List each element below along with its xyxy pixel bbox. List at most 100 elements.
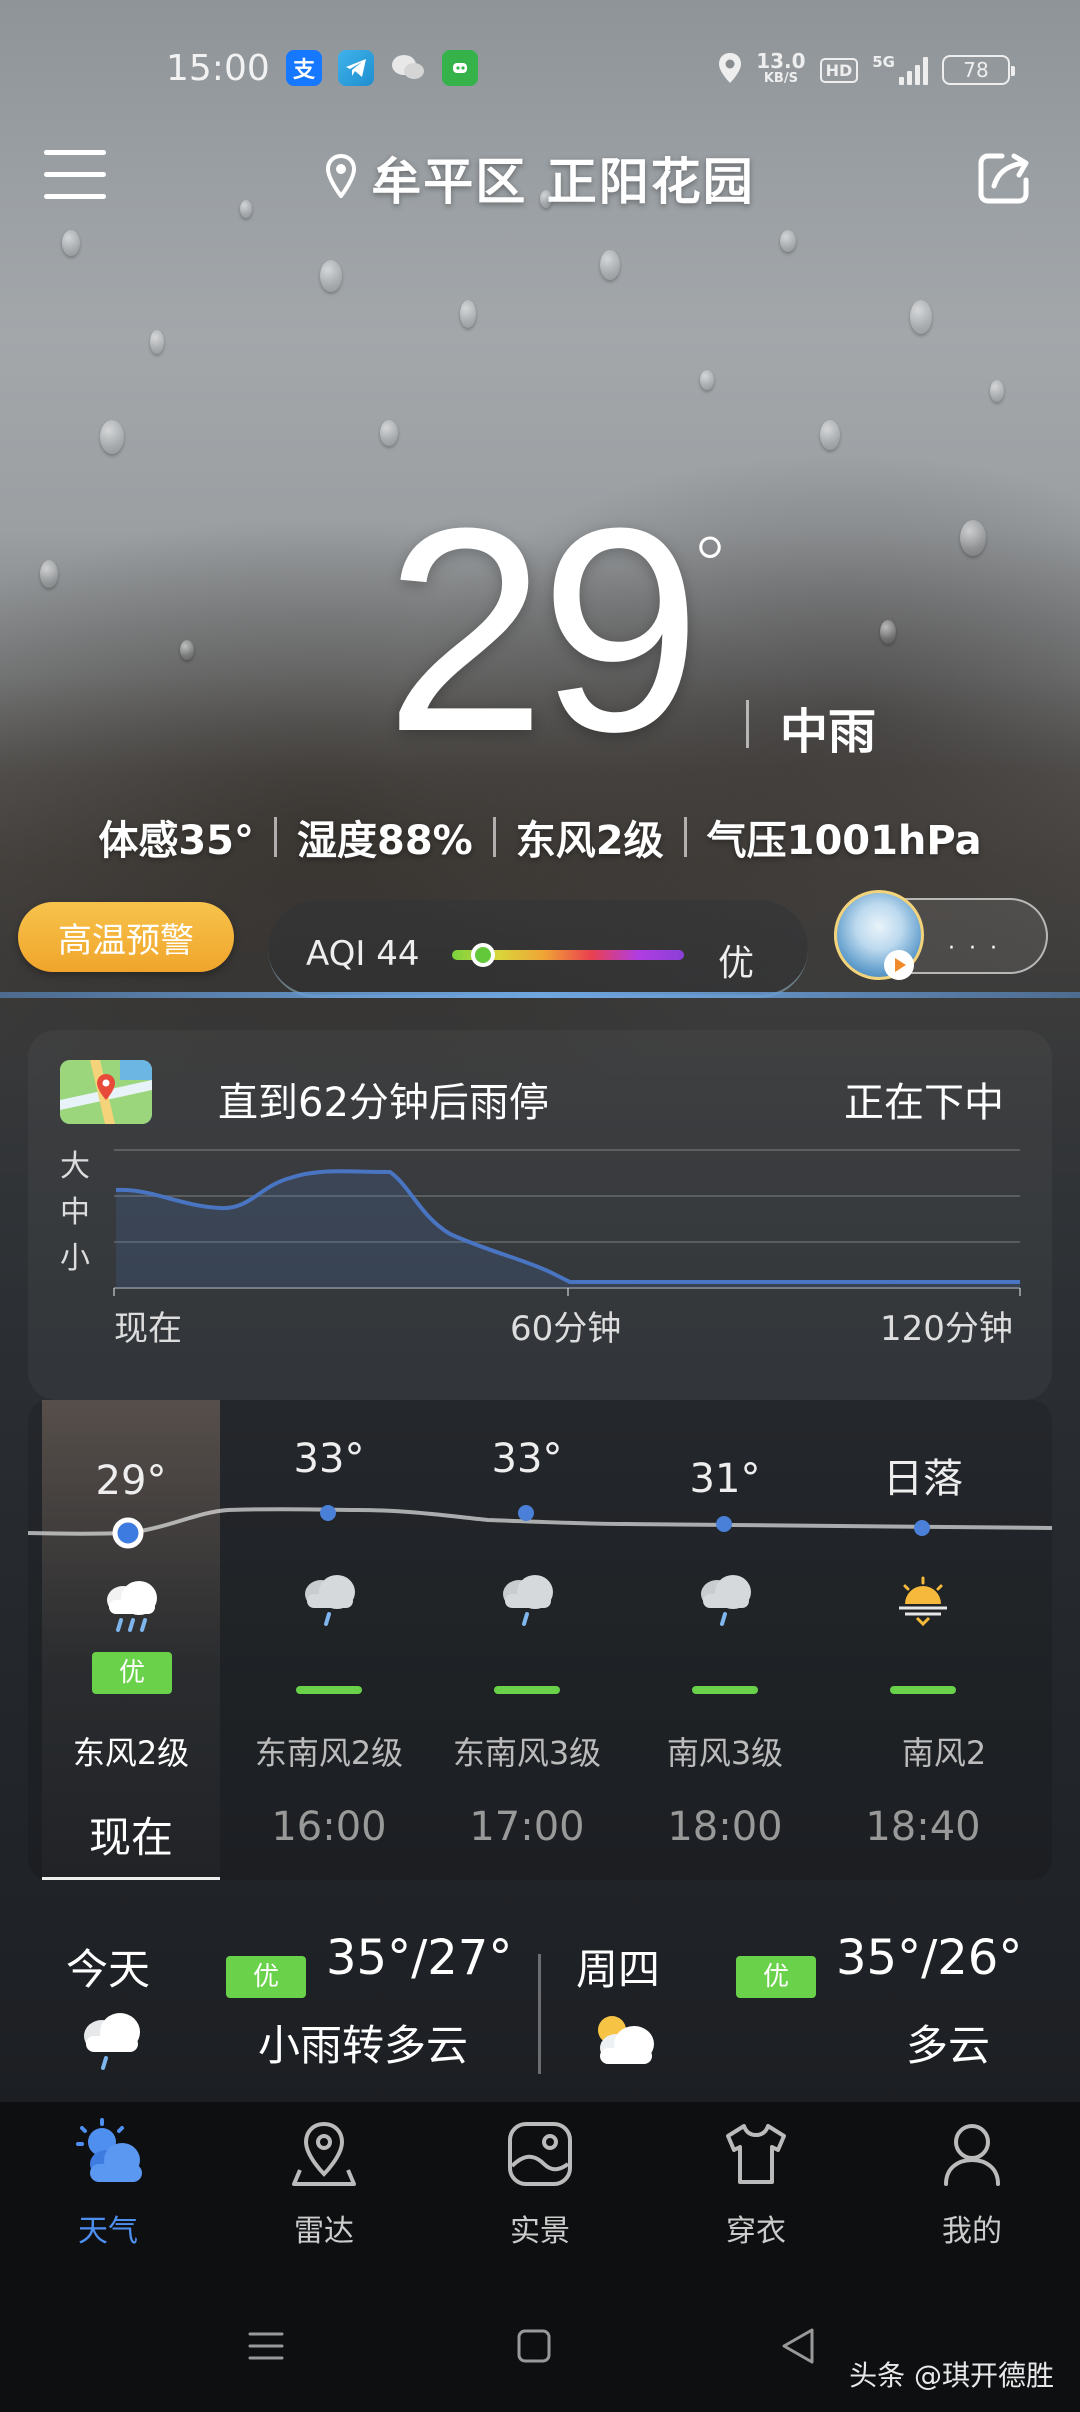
- hour-temp: 31°: [689, 1456, 761, 1502]
- share-icon: [974, 153, 1034, 212]
- profile-icon: [936, 2118, 1008, 2190]
- sunset-icon: [893, 1570, 953, 1627]
- heat-warning-button[interactable]: 高温预警: [18, 902, 234, 972]
- daily-divider: [538, 1954, 541, 2074]
- hour-aq-indicator: [296, 1686, 362, 1694]
- humidity: 湿度88%: [297, 818, 473, 864]
- accent-divider: [0, 992, 1080, 998]
- nav-clothing[interactable]: 穿衣: [648, 2118, 864, 2258]
- nav-label: 穿衣: [726, 2214, 786, 2249]
- live-scene-icon: [504, 2118, 576, 2190]
- home-icon[interactable]: [516, 2328, 552, 2368]
- hour-wind: 南风2: [901, 1734, 987, 1772]
- hour-aq-indicator: [494, 1686, 560, 1694]
- aqi-indicator-dot: [471, 943, 495, 967]
- y-label-medium: 中: [60, 1195, 90, 1230]
- location-name: 牟平区 正阳花园: [371, 153, 755, 211]
- hour-temp: 33°: [293, 1436, 365, 1482]
- hour-time: 17:00: [469, 1804, 585, 1850]
- hour-item-sunset[interactable]: 日落 南风2 18:40: [834, 1400, 1012, 1880]
- aqi-value: 44: [376, 934, 420, 974]
- hour-item-1700[interactable]: 33° 东南风3级 17:00: [438, 1400, 616, 1880]
- location-title[interactable]: 牟平区 正阳花园: [0, 142, 1080, 214]
- nav-label: 我的: [942, 2214, 1002, 2249]
- nav-profile[interactable]: 我的: [864, 2118, 1080, 2258]
- hour-time: 16:00: [271, 1804, 387, 1850]
- current-temperature: 29: [384, 468, 702, 792]
- temperature-degree: °: [690, 520, 730, 613]
- alipay-icon: 支: [286, 50, 322, 86]
- recent-apps-icon[interactable]: [246, 2326, 286, 2370]
- weather-icon: [72, 2118, 144, 2190]
- hour-item-now[interactable]: 29° 优 东风2级 现在: [42, 1400, 220, 1880]
- hd-badge: HD: [819, 57, 859, 83]
- signal-icon: 5G: [872, 55, 928, 85]
- nav-live-scene[interactable]: 实景: [432, 2118, 648, 2258]
- gamepad-icon: [442, 50, 478, 86]
- hour-time: 18:00: [667, 1804, 783, 1850]
- nav-label: 天气: [78, 2214, 138, 2249]
- hour-time: 现在: [88, 1813, 173, 1862]
- watermark: 头条 @琪开德胜: [849, 2359, 1054, 2392]
- feels-like: 体感35°: [98, 818, 255, 864]
- weather-details: 体感35° 湿度88% 东风2级 气压1001hPa: [0, 808, 1080, 866]
- day-name-today: 今天: [66, 1945, 151, 1994]
- wind: 东风2级: [515, 818, 664, 864]
- location-pin-icon: [325, 153, 357, 202]
- day-aq-badge: 优: [736, 1956, 816, 1998]
- hour-temp: 日落: [883, 1456, 963, 1502]
- telegram-icon: [338, 50, 374, 86]
- precipitation-chart: 大 中 小 现在 60分钟 120分钟: [60, 1149, 1021, 1346]
- day-temp-range: 35°/26°: [836, 1930, 1023, 1986]
- more-dots-icon: ···: [948, 936, 1011, 961]
- aqi-label: AQI 44: [306, 934, 420, 974]
- x-label-120: 120分钟: [880, 1309, 1013, 1346]
- clothing-icon: [720, 2118, 792, 2190]
- cloud-rain-icon: [497, 1570, 557, 1626]
- location-icon: [718, 52, 742, 88]
- nav-radar[interactable]: 雷达: [216, 2118, 432, 2258]
- partly-cloudy-icon: [584, 2006, 660, 2080]
- day-temp-range: 35°/27°: [326, 1930, 513, 1986]
- precipitation-status: 正在下中: [844, 1080, 1004, 1126]
- hour-aq-indicator: [890, 1686, 956, 1694]
- hour-time: 18:40: [865, 1804, 981, 1850]
- hour-aq-badge: 优: [92, 1652, 172, 1694]
- nav-weather[interactable]: 天气: [0, 2118, 216, 2258]
- weather-condition: 中雨: [780, 704, 877, 760]
- share-button[interactable]: [974, 148, 1034, 208]
- hour-item-1600[interactable]: 33° 东南风2级 16:00: [240, 1400, 418, 1880]
- status-time: 15:00: [166, 48, 270, 89]
- light-rain-cloud-icon: [76, 2006, 146, 2080]
- cloud-rain-icon: [695, 1570, 755, 1626]
- cloud-rain-icon: [299, 1570, 359, 1626]
- rain-cloud-icon: [101, 1576, 161, 1632]
- status-bar: 15:00 支 13.0 KB/S HD 5G 78: [0, 40, 1080, 100]
- back-icon[interactable]: [780, 2326, 816, 2370]
- condition-divider: [746, 700, 749, 748]
- x-label-now: 现在: [114, 1309, 182, 1346]
- x-label-60: 60分钟: [510, 1309, 621, 1346]
- y-label-light: 小: [60, 1241, 90, 1276]
- hour-temp: 33°: [491, 1436, 563, 1482]
- day-condition: 小雨转多云: [258, 2021, 469, 2070]
- hour-aq-indicator: [692, 1686, 758, 1694]
- precipitation-area: [116, 1171, 1020, 1288]
- day-name-thursday: 周四: [576, 1945, 661, 1994]
- rain-map-icon: [60, 1060, 152, 1124]
- hour-temp: 29°: [95, 1458, 167, 1504]
- hour-wind: 东风2级: [72, 1734, 190, 1772]
- pressure: 气压1001hPa: [706, 818, 982, 864]
- net-speed: 13.0 KB/S: [756, 49, 806, 86]
- hour-item-1800[interactable]: 31° 南风3级 18:00: [636, 1400, 814, 1880]
- radar-pin-icon: [288, 2118, 360, 2190]
- battery-indicator: 78: [942, 55, 1015, 85]
- hour-wind: 南风3级: [666, 1734, 784, 1772]
- day-aq-badge: 优: [226, 1956, 306, 1998]
- nav-label: 雷达: [294, 2214, 354, 2249]
- aqi-level: 优: [718, 943, 755, 984]
- wechat-icon: [390, 50, 426, 86]
- nav-label: 实景: [510, 2214, 570, 2249]
- aqi-bar: [452, 943, 684, 967]
- day-condition: 多云: [906, 2021, 991, 2070]
